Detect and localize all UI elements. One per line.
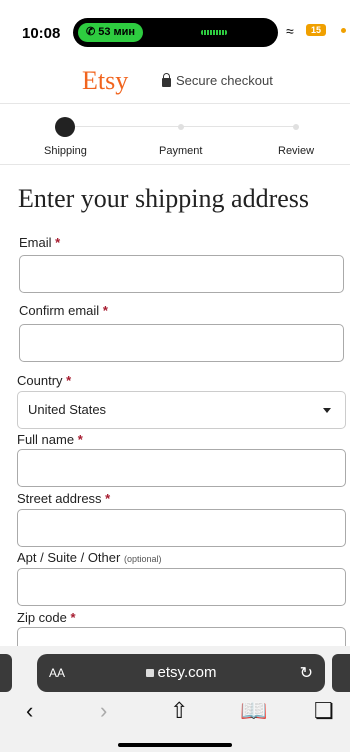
- url-display[interactable]: etsy.com: [37, 664, 325, 681]
- step-label-review: Review: [278, 145, 315, 157]
- full-name-field[interactable]: [17, 449, 346, 487]
- step-indicator-shipping: [55, 117, 75, 137]
- country-select[interactable]: United States: [17, 391, 346, 429]
- dynamic-island[interactable]: ✆ 53 мин: [73, 18, 278, 47]
- bookmarks-icon[interactable]: 📖: [240, 700, 267, 722]
- status-bar: 10:08 ✆ 53 мин ≈ 15: [0, 0, 350, 52]
- audio-wave-icon: [201, 30, 227, 35]
- browser-bottom-bar: AA etsy.com ↻ ‹ › ⇧ 📖 ❏: [0, 646, 350, 752]
- status-time: 10:08: [22, 25, 61, 42]
- street-address-label: Street address *: [17, 491, 111, 506]
- confirm-email-field[interactable]: [19, 324, 344, 362]
- url-text: etsy.com: [157, 664, 217, 681]
- country-label: Country *: [17, 373, 72, 388]
- home-indicator[interactable]: [118, 743, 232, 747]
- lock-icon: [162, 72, 171, 87]
- tabs-icon[interactable]: ❏: [314, 700, 334, 722]
- reload-icon[interactable]: ↻: [300, 663, 313, 683]
- email-label: Email *: [19, 235, 61, 250]
- apt-label: Apt / Suite / Other (optional): [17, 550, 162, 565]
- step-indicator-review: [293, 124, 299, 130]
- call-duration: 53 мин: [98, 26, 136, 38]
- call-indicator[interactable]: ✆ 53 мин: [78, 23, 144, 42]
- zip-code-label: Zip code *: [17, 610, 76, 625]
- step-indicator-payment: [178, 124, 184, 130]
- email-field[interactable]: [19, 255, 344, 293]
- confirm-email-label: Confirm email *: [19, 303, 108, 318]
- apt-field[interactable]: [17, 568, 346, 606]
- forward-icon[interactable]: ›: [100, 700, 107, 722]
- country-value: United States: [28, 402, 107, 417]
- checkout-progress: Shipping Payment Review: [0, 105, 350, 165]
- next-tab-peek[interactable]: [332, 654, 350, 692]
- secure-checkout-notice: Secure checkout: [162, 72, 273, 88]
- back-icon[interactable]: ‹: [26, 700, 33, 722]
- checkout-header: Etsy Secure checkout: [0, 52, 350, 104]
- phone-icon: ✆: [86, 26, 96, 38]
- share-icon[interactable]: ⇧: [170, 700, 188, 722]
- wifi-icon: ≈: [286, 23, 294, 39]
- dropdown-caret-icon: [323, 408, 331, 413]
- etsy-logo[interactable]: Etsy: [82, 66, 128, 96]
- previous-tab-peek[interactable]: [0, 654, 12, 692]
- battery-icon: 15: [306, 24, 326, 36]
- secure-checkout-label: Secure checkout: [176, 73, 273, 88]
- browser-toolbar: ‹ › ⇧ 📖 ❏: [0, 698, 350, 728]
- privacy-indicator-dot: [341, 28, 346, 33]
- step-label-shipping: Shipping: [44, 145, 87, 157]
- page-title: Enter your shipping address: [18, 184, 310, 213]
- step-label-payment: Payment: [159, 145, 203, 157]
- lock-icon: [145, 669, 154, 677]
- address-bar[interactable]: AA etsy.com ↻: [37, 654, 325, 692]
- full-name-label: Full name *: [17, 432, 83, 447]
- street-address-field[interactable]: [17, 509, 346, 547]
